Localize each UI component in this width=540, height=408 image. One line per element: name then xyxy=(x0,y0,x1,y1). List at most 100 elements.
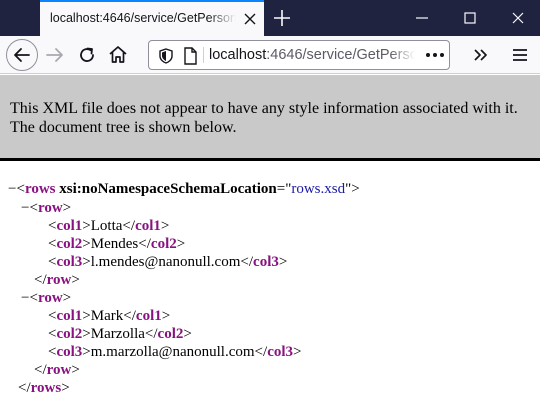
bracket: </ xyxy=(123,308,136,324)
back-button[interactable] xyxy=(6,39,38,71)
xml-tag: rows xyxy=(24,181,56,197)
bracket: > xyxy=(82,344,91,360)
xml-tag: col3 xyxy=(267,344,294,360)
bracket: > xyxy=(82,236,91,252)
banner-line-1: This XML file does not appear to have an… xyxy=(10,100,518,117)
bracket: </ xyxy=(254,344,268,360)
overflow-chevrons-icon xyxy=(474,49,487,61)
bracket: < xyxy=(29,290,38,306)
xml-text: Lotta xyxy=(90,218,123,234)
banner-line-2: The document tree is shown below. xyxy=(10,119,237,136)
tab-title: localhost:4646/service/GetPersonRows xyxy=(50,11,236,25)
bracket: </ xyxy=(18,380,31,396)
xml-row-open: −<row> xyxy=(21,289,71,307)
xml-tag: row xyxy=(37,200,63,216)
bracket: </ xyxy=(34,272,47,288)
xml-text: Mark xyxy=(90,308,124,324)
bracket: > xyxy=(160,218,170,234)
xml-tag: col3 xyxy=(253,254,279,270)
page-icon[interactable] xyxy=(181,46,199,66)
url-separator xyxy=(203,47,204,63)
bracket: > xyxy=(293,344,302,360)
url-bar[interactable]: localhost:4646/service/GetPersonRows xyxy=(148,40,450,70)
xml-tag: col2 xyxy=(150,236,177,252)
bracket: > xyxy=(82,254,91,270)
xml-text: l.mendes@nanonull.com xyxy=(90,254,241,270)
home-icon xyxy=(109,46,127,63)
window-close-icon[interactable] xyxy=(508,8,528,28)
home-button[interactable] xyxy=(105,42,131,68)
xml-tag: rows xyxy=(30,380,62,396)
xml-tag: col3 xyxy=(56,254,83,270)
bracket: > xyxy=(62,200,72,216)
xml-info-banner: This XML file does not appear to have an… xyxy=(0,75,540,158)
bracket: > xyxy=(71,272,80,288)
bracket: > xyxy=(176,236,186,252)
xml-tag: row xyxy=(37,290,63,306)
xml-text: Marzolla xyxy=(90,326,145,342)
bracket: </ xyxy=(34,362,47,378)
page-actions-icon[interactable] xyxy=(425,51,445,59)
bracket: > xyxy=(82,308,91,324)
url-text[interactable]: localhost:4646/service/GetPersonRows xyxy=(209,47,415,65)
bracket: > xyxy=(278,254,288,270)
xml-text: m.marzolla@nanonull.com xyxy=(90,344,255,360)
maximize-icon[interactable] xyxy=(460,8,480,28)
xml-text: Mendes xyxy=(90,236,139,252)
xml-tag: col2 xyxy=(157,326,184,342)
xml-element: <col2>Mendes</col2> xyxy=(48,235,185,253)
url-path: :4646/service/GetPersonRows xyxy=(266,47,415,63)
bracket: "> xyxy=(345,181,360,197)
forward-button[interactable] xyxy=(42,42,68,68)
overflow-button[interactable] xyxy=(468,42,494,68)
plus-icon[interactable] xyxy=(270,7,294,29)
xml-root-close: </rows> xyxy=(18,379,70,397)
xml-element: <col2>Marzolla</col2> xyxy=(48,325,192,343)
tab-active[interactable]: localhost:4646/service/GetPersonRows xyxy=(40,0,264,36)
close-icon[interactable] xyxy=(240,9,260,29)
banner-divider xyxy=(0,158,540,161)
nav-toolbar: localhost:4646/service/GetPersonRows xyxy=(0,36,540,74)
xml-element: <col3>m.marzolla@nanonull.com</col3> xyxy=(48,343,301,361)
xml-element: <col3>l.mendes@nanonull.com</col3> xyxy=(48,253,287,271)
xml-element: <col1>Mark</col1> xyxy=(48,307,170,325)
xml-tag: row xyxy=(46,362,72,378)
forward-arrow-icon xyxy=(46,48,63,62)
minimize-icon[interactable] xyxy=(412,8,432,28)
xml-tag: col2 xyxy=(56,236,83,252)
xml-tag: col2 xyxy=(56,326,83,342)
xml-tag: col1 xyxy=(56,308,83,324)
xml-tag: row xyxy=(46,272,72,288)
bracket: < xyxy=(16,181,25,197)
bracket: > xyxy=(82,326,91,342)
back-arrow-icon xyxy=(14,48,30,62)
tab-strip: localhost:4646/service/GetPersonRows xyxy=(0,0,540,36)
xml-root-open: −<rows xsi:noNamespaceSchemaLocation="ro… xyxy=(8,180,360,198)
hamburger-menu-icon xyxy=(513,49,527,61)
bracket: > xyxy=(61,380,70,396)
reload-icon xyxy=(80,47,94,62)
shield-icon[interactable] xyxy=(157,47,175,65)
xml-element: <col1>Lotta</col1> xyxy=(48,217,169,235)
xml-tag: col1 xyxy=(135,308,162,324)
bracket: > xyxy=(161,308,171,324)
xml-row-open: −<row> xyxy=(21,199,71,217)
bracket: > xyxy=(62,290,72,306)
url-host: localhost xyxy=(209,47,267,63)
bracket: > xyxy=(183,326,192,342)
bracket: </ xyxy=(138,236,151,252)
xml-row-close: </row> xyxy=(34,361,80,379)
app-menu-button[interactable] xyxy=(507,42,533,68)
xml-attr-value: rows.xsd xyxy=(291,181,346,197)
xml-tag: col1 xyxy=(56,218,83,234)
reload-button[interactable] xyxy=(74,42,100,68)
bracket: =" xyxy=(276,181,292,197)
bracket: </ xyxy=(122,218,136,234)
bracket: </ xyxy=(240,254,254,270)
bracket: > xyxy=(71,362,80,378)
bracket: < xyxy=(29,200,38,216)
bracket: > xyxy=(82,218,91,234)
bracket: </ xyxy=(144,326,158,342)
xml-row-close: </row> xyxy=(34,271,80,289)
xml-tag: col3 xyxy=(56,344,83,360)
